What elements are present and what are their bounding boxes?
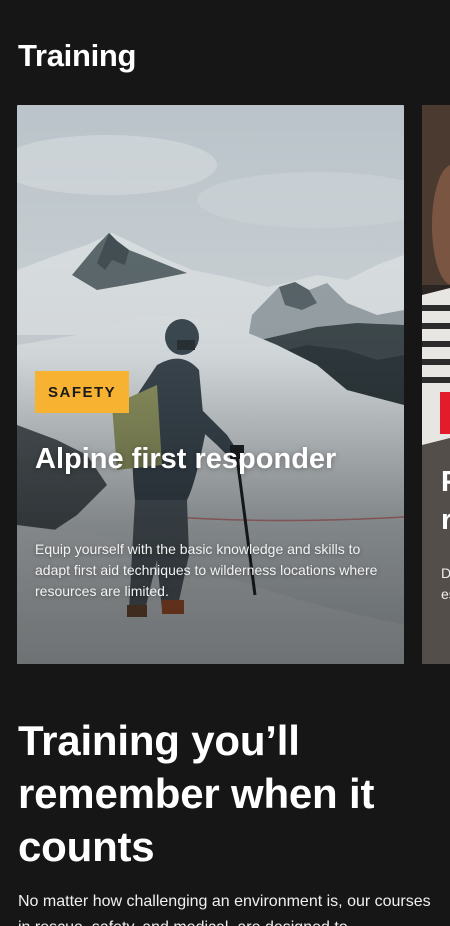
promo-headline: Training you’ll remember when it counts	[18, 717, 375, 870]
training-card-alpine-first-responder[interactable]: SAFETY Alpine first responder Equip your…	[17, 105, 404, 664]
category-badge: SAFETY	[35, 371, 130, 413]
card-title-partial: F r	[441, 466, 450, 536]
card-description: Equip yourself with the basic knowledge …	[35, 541, 378, 599]
card-description-partial: D es	[441, 565, 450, 602]
training-carousel[interactable]: SAFETY Alpine first responder Equip your…	[0, 105, 450, 665]
training-card-next-peek[interactable]: F r D es	[422, 105, 450, 664]
card-title[interactable]: Alpine first responder	[35, 440, 375, 478]
category-badge-partial	[440, 392, 450, 434]
promo-body: No matter how challenging an environment…	[18, 893, 431, 926]
page: Training SAFETY Alpine first responder E…	[0, 0, 450, 926]
section-title: Training	[18, 38, 137, 73]
